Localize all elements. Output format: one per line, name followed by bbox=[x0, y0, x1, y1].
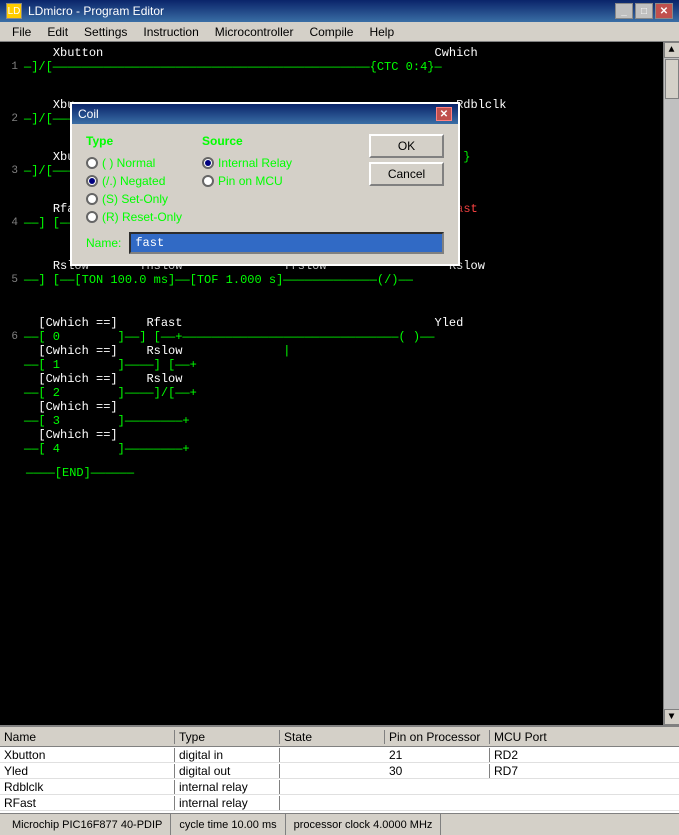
radio-pin-mcu[interactable]: Pin on MCU bbox=[202, 174, 292, 188]
scroll-thumb[interactable] bbox=[665, 59, 679, 99]
menu-instruction[interactable]: Instruction bbox=[135, 23, 206, 41]
minimize-button[interactable]: _ bbox=[615, 3, 633, 19]
close-button[interactable]: ✕ bbox=[655, 3, 673, 19]
menu-compile[interactable]: Compile bbox=[301, 23, 361, 41]
dialog-title-bar: Coil ✕ bbox=[72, 104, 458, 124]
name-input[interactable] bbox=[129, 232, 444, 254]
type-label: Type bbox=[86, 134, 182, 148]
clock-status: processor clock 4.0000 MHz bbox=[286, 814, 442, 835]
menu-help[interactable]: Help bbox=[361, 23, 402, 41]
dialog-overlay: Coil ✕ Type ( ) Normal bbox=[0, 42, 663, 725]
scroll-up-button[interactable]: ▲ bbox=[664, 42, 679, 58]
cycle-time-status: cycle time 10.00 ms bbox=[171, 814, 285, 835]
radio-normal-label: ( ) Normal bbox=[102, 156, 155, 170]
vertical-scrollbar[interactable]: ▲ ▼ bbox=[663, 42, 679, 725]
radio-pin-mcu-label: Pin on MCU bbox=[218, 174, 283, 188]
scroll-down-button[interactable]: ▼ bbox=[664, 709, 679, 725]
processor-status: Microchip PIC16F877 40-PDIP bbox=[4, 814, 171, 835]
radio-set-label: (S) Set-Only bbox=[102, 192, 168, 206]
dialog-close-button[interactable]: ✕ bbox=[436, 107, 452, 121]
col-type-header: Type bbox=[175, 730, 280, 744]
table-row[interactable]: Yled digital out 30 RD7 bbox=[0, 763, 679, 779]
col-name-header: Name bbox=[0, 730, 175, 744]
title-bar: LD LDmicro - Program Editor _ □ ✕ bbox=[0, 0, 679, 22]
ok-button[interactable]: OK bbox=[369, 134, 444, 158]
radio-negated-label: (/.) Negated bbox=[102, 174, 165, 188]
menu-edit[interactable]: Edit bbox=[39, 23, 76, 41]
col-pin-header: Pin on Processor bbox=[385, 730, 490, 744]
app-icon: LD bbox=[6, 3, 22, 19]
menu-microcontroller[interactable]: Microcontroller bbox=[207, 23, 302, 41]
radio-normal[interactable]: ( ) Normal bbox=[86, 156, 182, 170]
dialog-title-text: Coil bbox=[78, 107, 99, 121]
menu-file[interactable]: File bbox=[4, 23, 39, 41]
table-row[interactable]: RFast internal relay bbox=[0, 795, 679, 811]
col-mcu-header: MCU Port bbox=[490, 730, 590, 744]
name-label: Name: bbox=[86, 236, 121, 250]
radio-set[interactable]: (S) Set-Only bbox=[86, 192, 182, 206]
window-title: LDmicro - Program Editor bbox=[28, 4, 164, 18]
radio-reset-label: (R) Reset-Only bbox=[102, 210, 182, 224]
radio-negated[interactable]: (/.) Negated bbox=[86, 174, 182, 188]
radio-reset[interactable]: (R) Reset-Only bbox=[86, 210, 182, 224]
radio-internal-relay-label: Internal Relay bbox=[218, 156, 292, 170]
radio-internal-relay[interactable]: Internal Relay bbox=[202, 156, 292, 170]
coil-dialog: Coil ✕ Type ( ) Normal bbox=[70, 102, 460, 266]
cancel-button[interactable]: Cancel bbox=[369, 162, 444, 186]
source-label: Source bbox=[202, 134, 292, 148]
menu-settings[interactable]: Settings bbox=[76, 23, 135, 41]
maximize-button[interactable]: □ bbox=[635, 3, 653, 19]
variable-table: Name Type State Pin on Processor MCU Por… bbox=[0, 725, 679, 813]
col-state-header: State bbox=[280, 730, 385, 744]
table-row[interactable]: Rdblclk internal relay bbox=[0, 779, 679, 795]
table-row[interactable]: Xbutton digital in 21 RD2 bbox=[0, 747, 679, 763]
menu-bar: File Edit Settings Instruction Microcont… bbox=[0, 22, 679, 42]
status-bar: Microchip PIC16F877 40-PDIP cycle time 1… bbox=[0, 813, 679, 835]
